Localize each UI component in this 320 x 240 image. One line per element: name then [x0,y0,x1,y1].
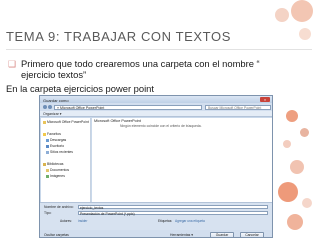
filename-label: Nombre de archivo: [44,205,74,209]
nav-item-imagenes[interactable]: Imágenes [46,174,65,178]
nav-item-powerpoint[interactable]: Microsoft Office PowerPoint [43,120,89,124]
save-as-dialog: Guardar como × « Microsoft Office PowerP… [39,95,273,238]
library-icon [43,162,46,166]
dialog-titlebar: Guardar como × [40,96,272,103]
organize-button[interactable]: Organizar ▾ [43,112,62,116]
bullet-icon: ❑ [8,59,17,69]
save-fields: Nombre de archivo: ejercicio_textos Tipo… [40,202,272,230]
back-icon[interactable] [43,104,47,109]
pictures-icon [46,174,49,178]
nav-item-label: Imágenes [50,174,65,178]
search-input[interactable]: Buscar Microsoft Office PowerPoint [205,104,271,110]
decorative-circle [286,110,298,122]
nav-item-label: Sitios recientes [50,150,73,154]
file-list[interactable]: Microsoft Office PowerPoint Ningún eleme… [92,118,272,202]
cancel-button[interactable]: Cancelar [240,231,264,237]
filename-input[interactable]: ejercicio_textos [78,204,268,209]
tools-button[interactable]: Herramientas ▾ [170,233,193,237]
authors-value[interactable]: insider [78,219,87,223]
folder-icon [43,120,46,124]
dialog-title: Guardar como [43,97,69,103]
documents-icon [46,168,49,172]
bullet-text: Primero que todo crearemos una carpeta c… [21,58,260,80]
slide-title-text: TEMA 9: TRABAJAR CON TEXTOS [6,29,231,44]
nav-item-label: Documentos [50,168,70,172]
nav-item-label: Descargas [50,138,67,142]
dialog-toolbar: Organizar ▾ [40,111,272,117]
decorative-circle [291,0,313,22]
nav-item-escritorio[interactable]: Escritorio [46,144,64,148]
recent-icon [46,150,49,154]
nav-item-favoritos[interactable]: Favoritos [43,132,61,136]
location-label: Microsoft Office PowerPoint [94,119,141,123]
close-icon[interactable]: × [260,97,270,102]
download-icon [46,138,49,142]
nav-item-label: Microsoft Office PowerPoint [47,120,89,124]
save-button[interactable]: Guardar [210,231,234,237]
decorative-circle [300,128,309,137]
nav-item-recientes[interactable]: Sitios recientes [46,150,73,154]
empty-message: Ningún elemento coincide con el criterio… [120,124,202,128]
hide-folders-button[interactable]: Ocultar carpetas [44,233,69,237]
nav-item-descargas[interactable]: Descargas [46,138,66,142]
tags-label: Etiquetas: [158,219,173,223]
decorative-circle [290,160,304,174]
decorative-circle [278,182,298,202]
slide-title: TEMA 9: TRABAJAR CON TEXTOS [6,29,312,50]
forward-icon[interactable] [47,104,52,109]
tags-value[interactable]: Agregar una etiqueta [175,219,205,223]
decorative-circle [287,214,303,230]
decorative-circle [283,140,291,148]
star-icon [43,132,46,136]
desktop-icon [46,144,49,148]
decorative-circle [275,8,289,22]
nav-buttons [43,104,52,110]
nav-item-label: Bibliotecas [47,162,64,166]
body-line: En la carpeta ejercicios power point [6,83,154,94]
title-divider [6,49,312,50]
navigation-pane: Microsoft Office PowerPoint Favoritos De… [41,118,91,202]
address-bar: « Microsoft Office PowerPoint Buscar Mic… [40,103,272,111]
decorative-circle [302,198,312,208]
type-select[interactable]: Presentación de PowerPoint (*.pptx) [78,210,268,215]
nav-item-bibliotecas[interactable]: Bibliotecas [43,162,63,166]
type-label: Tipo: [44,211,52,215]
nav-item-label: Favoritos [47,132,61,136]
path-field[interactable]: « Microsoft Office PowerPoint [54,104,202,110]
nav-item-label: Escritorio [50,144,65,148]
dialog-footer: Ocultar carpetas Herramientas ▾ Guardar … [40,230,272,237]
authors-label: Autores: [60,219,72,223]
nav-item-documentos[interactable]: Documentos [46,168,69,172]
